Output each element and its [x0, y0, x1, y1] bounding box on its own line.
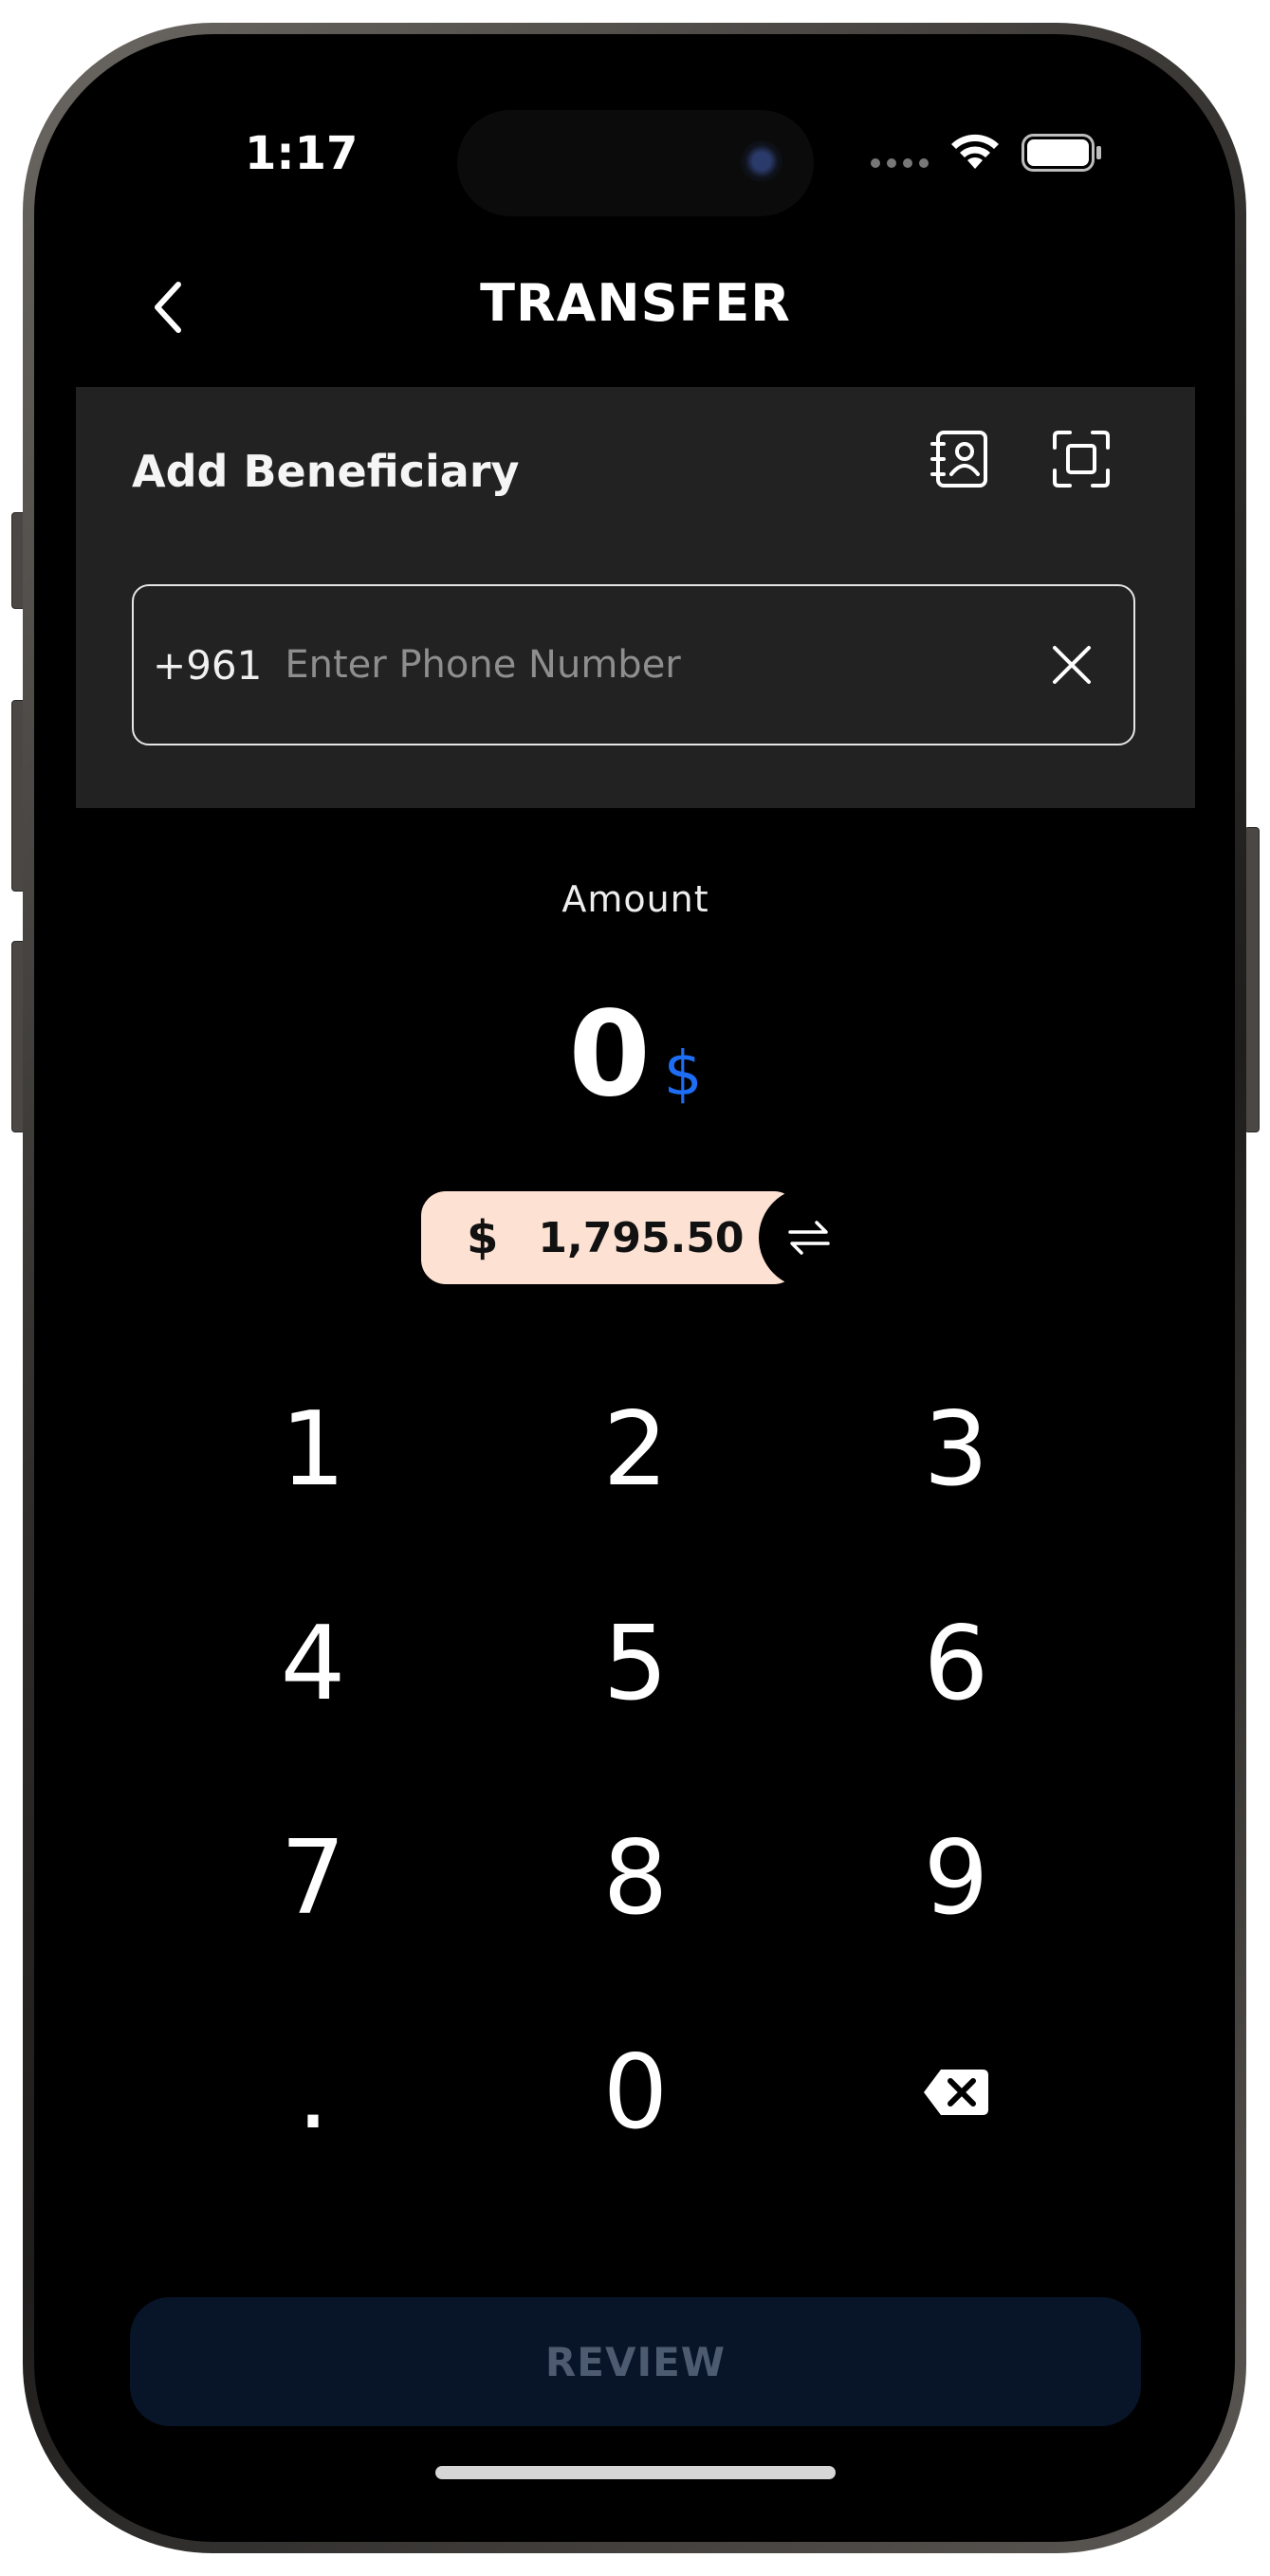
beneficiary-panel: Add Beneficiary +961	[76, 387, 1195, 808]
home-indicator	[435, 2466, 836, 2479]
status-time: 1:17	[245, 127, 359, 180]
amount-label: Amount	[561, 878, 709, 920]
keypad-key-0[interactable]: 0	[522, 2007, 749, 2178]
close-icon	[1053, 646, 1091, 684]
page-title: TRANSFER	[480, 273, 791, 333]
scan-icon	[1053, 431, 1110, 488]
keypad-key-5[interactable]: 5	[522, 1578, 749, 1749]
wifi-icon	[951, 134, 999, 169]
camera-icon	[741, 140, 782, 182]
balance-value: 1,795.50	[538, 1213, 745, 1262]
keypad-backspace-button[interactable]	[842, 2007, 1070, 2178]
scan-button[interactable]	[1043, 421, 1119, 497]
keypad-key-8[interactable]: 8	[522, 1793, 749, 1963]
signal-dots-icon	[871, 158, 929, 168]
keypad-key-6[interactable]: 6	[842, 1578, 1070, 1749]
review-button[interactable]: REVIEW	[130, 2297, 1141, 2426]
phone-number-field[interactable]: +961	[132, 584, 1135, 745]
balance-currency: $	[467, 1211, 499, 1264]
app-screen: 1:17 TRANSFER Add Beneficiary +961 Enter…	[76, 76, 1195, 2500]
keypad-key-3[interactable]: 3	[842, 1364, 1070, 1535]
balance-chip[interactable]: $ 1,795.50	[421, 1191, 799, 1284]
keypad-key-2[interactable]: 2	[522, 1364, 749, 1535]
keypad-key-decimal[interactable]: .	[199, 2007, 427, 2178]
phone-number-input[interactable]	[283, 642, 1039, 688]
keypad-key-1[interactable]: 1	[199, 1364, 427, 1535]
country-code[interactable]: +961	[153, 642, 262, 689]
amount-currency: $	[663, 1040, 703, 1110]
contact-book-icon	[930, 431, 987, 488]
keypad-key-9[interactable]: 9	[842, 1793, 1070, 1963]
currency-swap-button[interactable]	[759, 1187, 859, 1288]
clear-button[interactable]	[1039, 632, 1105, 698]
contacts-button[interactable]	[923, 421, 999, 497]
battery-icon	[1022, 134, 1101, 172]
amount-value: 0	[568, 986, 651, 1123]
amount-display: 0 $	[76, 986, 1195, 1123]
backspace-icon	[924, 2070, 988, 2115]
swap-arrows-icon	[788, 1221, 830, 1255]
power-button	[1244, 827, 1260, 1132]
keypad-key-4[interactable]: 4	[199, 1578, 427, 1749]
keypad-key-7[interactable]: 7	[199, 1793, 427, 1963]
beneficiary-title: Add Beneficiary	[132, 446, 520, 497]
